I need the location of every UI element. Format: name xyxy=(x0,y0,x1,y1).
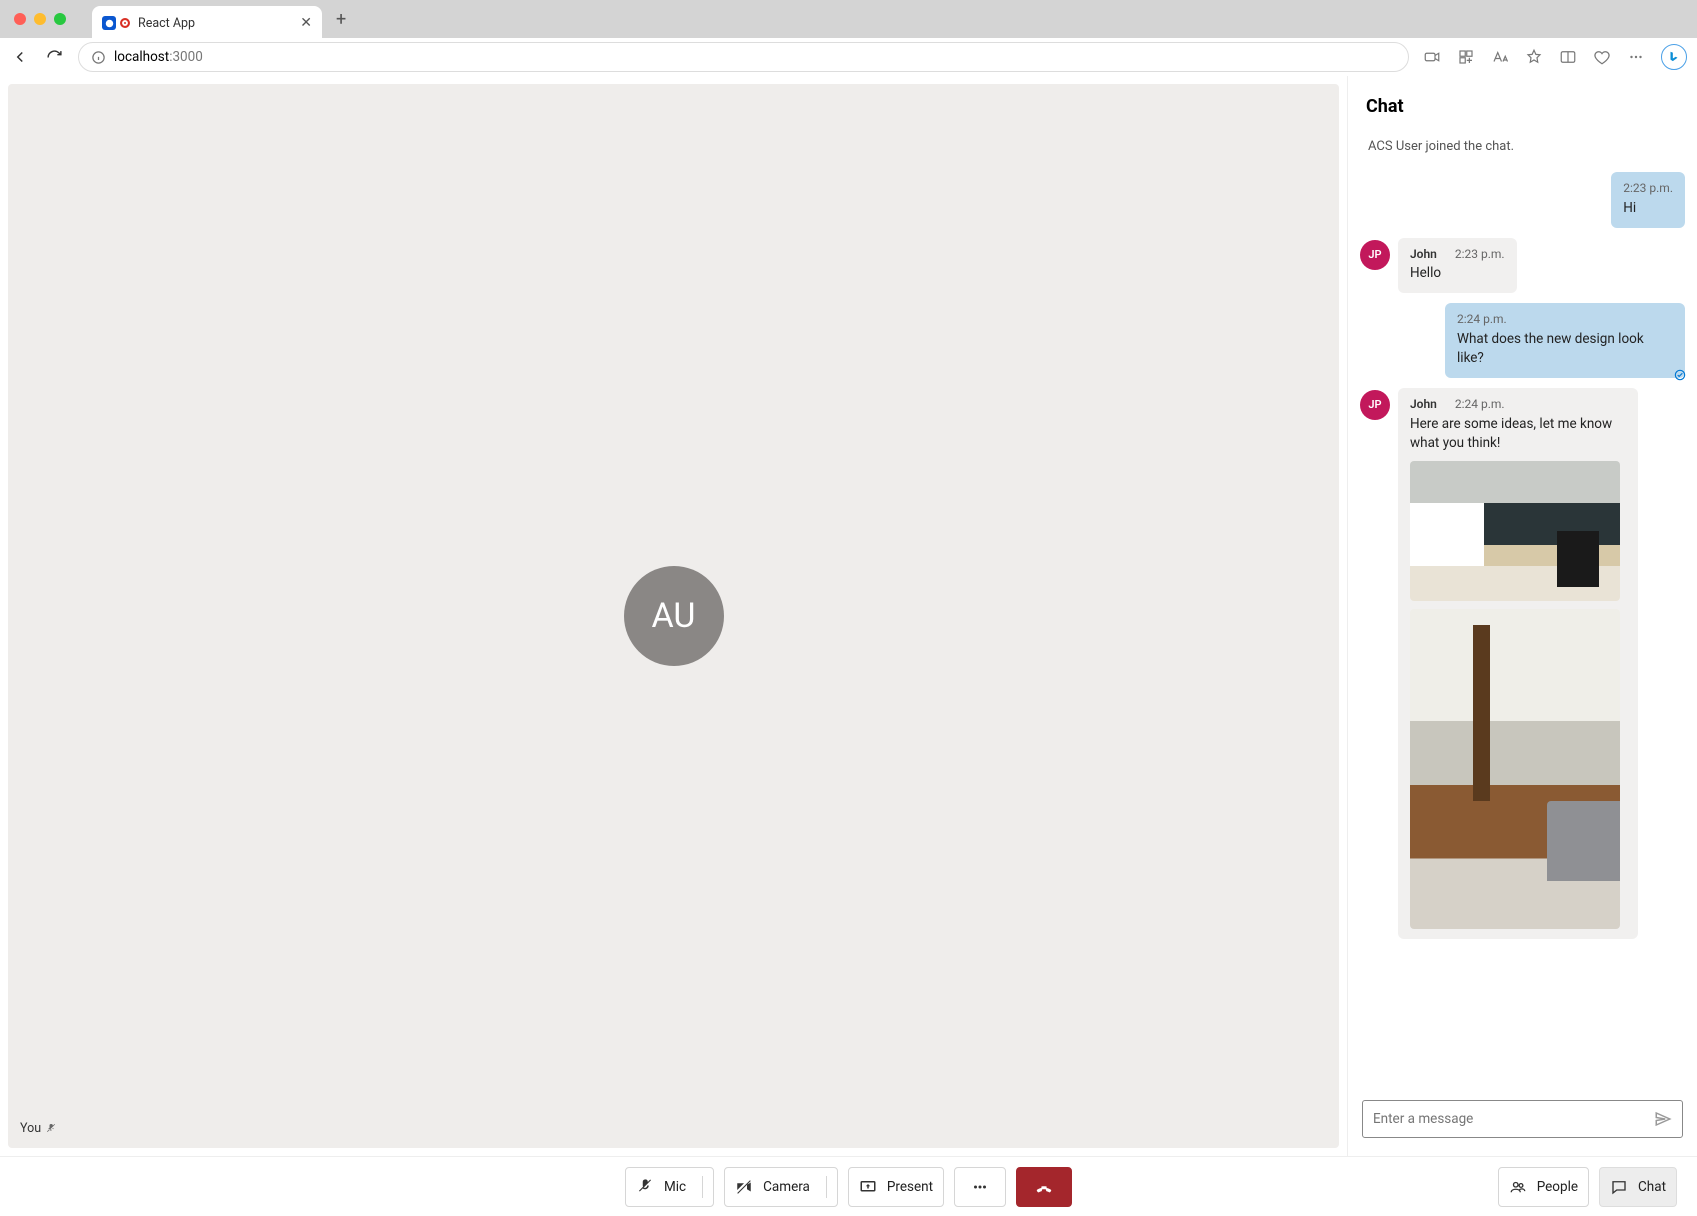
message-input[interactable] xyxy=(1373,1111,1654,1127)
url-field[interactable]: localhost:3000 xyxy=(78,42,1409,72)
send-button[interactable] xyxy=(1654,1110,1672,1128)
hangup-icon xyxy=(1035,1178,1053,1196)
chat-label: Chat xyxy=(1638,1179,1666,1195)
chat-panel: Chat ACS User joined the chat. 2:23 p.m.… xyxy=(1347,76,1697,1156)
app-body: AU You Chat ACS User joined the chat. 2:… xyxy=(0,76,1697,1156)
present-label: Present xyxy=(887,1179,933,1195)
url-host: localhost xyxy=(114,49,169,65)
message-time: 2:23 p.m. xyxy=(1455,246,1505,263)
split-screen-icon[interactable] xyxy=(1559,48,1577,66)
app-root: AU You Chat ACS User joined the chat. 2:… xyxy=(0,76,1697,1216)
bing-button[interactable] xyxy=(1661,44,1687,70)
message-row: JP John 2:24 p.m. Here are some ideas, l… xyxy=(1360,388,1685,939)
mic-button[interactable]: Mic xyxy=(625,1167,714,1207)
message-time: 2:24 p.m. xyxy=(1457,311,1673,328)
message-text: Hello xyxy=(1410,264,1505,283)
video-stage: AU You xyxy=(8,84,1339,1148)
message-time: 2:23 p.m. xyxy=(1623,180,1673,197)
tab-recording-icon xyxy=(120,18,130,28)
window-close-button[interactable] xyxy=(14,13,26,25)
chat-button[interactable]: Chat xyxy=(1599,1167,1677,1207)
tab-favicon-icon xyxy=(102,16,116,30)
people-icon xyxy=(1509,1178,1527,1196)
camera-permission-icon[interactable] xyxy=(1423,48,1441,66)
new-tab-button[interactable]: + xyxy=(336,9,346,30)
camera-off-icon xyxy=(735,1178,753,1196)
address-bar: localhost:3000 xyxy=(0,38,1697,76)
extensions-icon[interactable] xyxy=(1457,48,1475,66)
more-icon xyxy=(971,1178,989,1196)
text-size-icon[interactable] xyxy=(1491,48,1509,66)
message-row: JP John 2:23 p.m. Hello xyxy=(1360,238,1685,294)
camera-label: Camera xyxy=(763,1179,810,1195)
participant-avatar: AU xyxy=(624,566,724,666)
more-options-button[interactable] xyxy=(954,1167,1006,1207)
toolbar-right: People Chat xyxy=(1498,1167,1677,1207)
message-time: 2:24 p.m. xyxy=(1455,396,1505,413)
message-sender: John xyxy=(1410,396,1437,413)
self-label: You xyxy=(20,1121,41,1136)
message-text: Hi xyxy=(1623,199,1673,218)
tab-title: React App xyxy=(138,16,292,31)
message-text: What does the new design look like? xyxy=(1457,330,1673,368)
tab-close-button[interactable]: ✕ xyxy=(300,15,312,31)
mic-muted-icon xyxy=(45,1123,57,1135)
chat-icon xyxy=(1610,1178,1628,1196)
attachment-image[interactable] xyxy=(1410,609,1620,929)
more-menu-icon[interactable] xyxy=(1627,48,1645,66)
read-receipt-icon xyxy=(1673,368,1687,382)
people-button[interactable]: People xyxy=(1498,1167,1589,1207)
url-port: :3000 xyxy=(169,49,203,65)
site-info-icon[interactable] xyxy=(91,50,106,65)
window-fullscreen-button[interactable] xyxy=(54,13,66,25)
collections-icon[interactable] xyxy=(1593,48,1611,66)
toolbar-center: Mic Camera Present xyxy=(625,1167,1072,1207)
message-text: Here are some ideas, let me know what yo… xyxy=(1410,415,1626,453)
chat-input[interactable] xyxy=(1362,1100,1683,1138)
message-bubble[interactable]: 2:23 p.m. Hi xyxy=(1611,172,1685,228)
browser-chrome: React App ✕ + localhost:3000 xyxy=(0,0,1697,76)
browser-tab[interactable]: React App ✕ xyxy=(92,6,322,40)
share-screen-icon xyxy=(859,1178,877,1196)
chat-input-area xyxy=(1348,1090,1697,1148)
message-sender: John xyxy=(1410,246,1437,263)
tab-bar: React App ✕ + xyxy=(0,0,1697,38)
message-row: 2:23 p.m. Hi xyxy=(1360,172,1685,228)
favorite-icon[interactable] xyxy=(1525,48,1543,66)
call-toolbar: Mic Camera Present xyxy=(0,1156,1697,1216)
system-message: ACS User joined the chat. xyxy=(1360,129,1685,172)
mic-label: Mic xyxy=(664,1179,686,1195)
back-button[interactable] xyxy=(10,47,30,67)
chat-title: Chat xyxy=(1348,84,1697,125)
sender-avatar[interactable]: JP xyxy=(1360,390,1390,420)
participant-initials: AU xyxy=(652,596,696,636)
refresh-button[interactable] xyxy=(44,47,64,67)
people-label: People xyxy=(1537,1179,1578,1195)
message-bubble[interactable]: 2:24 p.m. What does the new design look … xyxy=(1445,303,1685,378)
sender-avatar[interactable]: JP xyxy=(1360,240,1390,270)
self-indicator: You xyxy=(20,1121,57,1136)
mic-off-icon xyxy=(636,1178,654,1196)
attachment-image[interactable] xyxy=(1410,461,1620,601)
window-minimize-button[interactable] xyxy=(34,13,46,25)
message-row: 2:24 p.m. What does the new design look … xyxy=(1360,303,1685,378)
hangup-button[interactable] xyxy=(1016,1167,1072,1207)
message-bubble[interactable]: John 2:24 p.m. Here are some ideas, let … xyxy=(1398,388,1638,939)
window-controls xyxy=(14,13,66,25)
present-button[interactable]: Present xyxy=(848,1167,944,1207)
camera-button[interactable]: Camera xyxy=(724,1167,838,1207)
message-bubble[interactable]: John 2:23 p.m. Hello xyxy=(1398,238,1517,294)
chat-message-list[interactable]: ACS User joined the chat. 2:23 p.m. Hi J… xyxy=(1348,125,1697,1090)
